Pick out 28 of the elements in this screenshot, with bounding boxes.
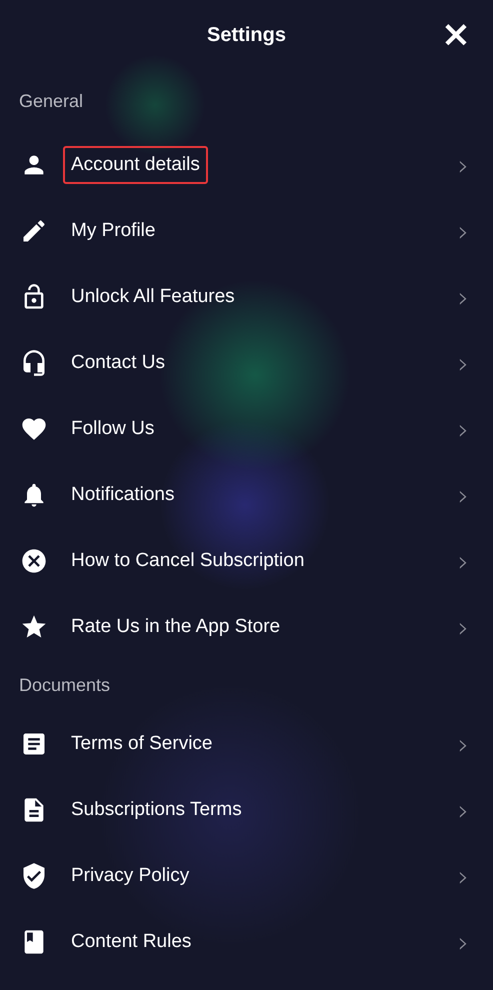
chevron-icon: ›: [458, 412, 469, 446]
chevron-icon: ›: [458, 860, 469, 892]
chevron-icon: ›: [458, 926, 469, 958]
section-heading: General: [19, 90, 84, 112]
menu-item[interactable]: Follow Us: [63, 410, 162, 448]
menu-item[interactable]: My Profile: [63, 212, 164, 250]
chevron-icon: ›: [458, 214, 469, 248]
close-button[interactable]: ×: [440, 18, 471, 52]
chevron-icon: ›: [458, 280, 469, 314]
menu-item[interactable]: Unlock All Features: [63, 278, 243, 316]
chevron-icon: ›: [458, 346, 469, 380]
menu-item[interactable]: Notifications: [63, 476, 182, 514]
menu-item[interactable]: Subscriptions Terms: [63, 791, 250, 829]
menu-item[interactable]: Rate Us in the App Store: [63, 608, 288, 646]
screen-title: Settings: [207, 24, 286, 46]
menu-item[interactable]: Account details: [63, 146, 208, 184]
menu-item[interactable]: Terms of Service: [63, 725, 220, 763]
chevron-icon: ›: [458, 478, 469, 512]
menu-item[interactable]: Privacy Policy: [63, 857, 198, 895]
chevron-icon: ›: [458, 148, 469, 182]
chevron-icon: ›: [458, 544, 469, 578]
chevron-icon: ›: [458, 610, 469, 644]
menu-item[interactable]: How to Cancel Subscription: [63, 542, 312, 580]
chevron-icon: ›: [458, 728, 469, 760]
chevron-icon: ›: [458, 794, 469, 826]
menu-item[interactable]: Content Rules: [63, 923, 200, 961]
menu-item[interactable]: Contact Us: [63, 344, 173, 382]
section-heading: Documents: [19, 675, 110, 696]
